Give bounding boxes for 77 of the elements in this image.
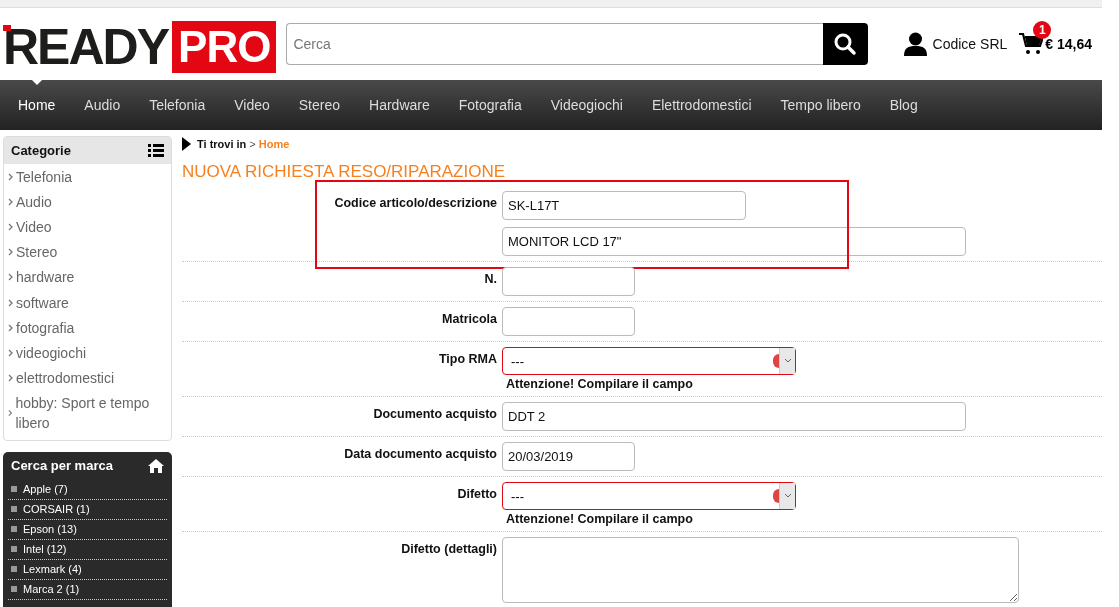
chevron-icon [8,409,13,418]
chevron-icon [8,222,13,231]
nav-item[interactable]: Videogiochi [538,80,635,130]
text-field[interactable] [502,267,635,296]
brand-link[interactable]: Intel (12) [8,539,167,560]
account-name[interactable]: Codice SRL [932,36,1008,52]
nav-item[interactable]: Fotografia [446,80,534,130]
chevron-icon [8,348,13,357]
field-label: Matricola [441,311,497,328]
cart-total[interactable]: € 14,64 [1045,36,1092,52]
cart-icon[interactable] [1019,33,1044,55]
caret-icon [779,348,795,374]
select-field[interactable]: --- [502,482,796,510]
category-link[interactable]: videogiochi [4,340,171,366]
list-icon [148,144,164,157]
field-label: Difetto [456,486,497,503]
brand-link[interactable]: Lexmark (4) [8,559,167,580]
page-title: NUOVA RICHIESTA RESO/RIPARAZIONE [182,162,507,182]
text-field[interactable] [502,307,635,336]
chevron-icon [8,298,13,307]
panel-title: Cerca per marca [11,458,113,474]
category-link[interactable]: Stereo [4,239,171,265]
nav-item[interactable]: Video [222,80,282,130]
chevron-icon [8,172,13,181]
nav-item[interactable]: Stereo [286,80,353,130]
nav-item[interactable]: Blog [877,80,930,130]
category-link[interactable]: software [4,289,171,316]
chevron-icon [8,273,13,282]
category-link[interactable]: Telefonia [4,164,171,190]
chevron-icon [8,374,13,383]
text-field[interactable]: DDT 2 [502,402,966,431]
category-link[interactable]: Video [4,214,171,240]
triangle-icon [182,137,191,151]
field-label: Difetto (dettagli) [400,541,497,558]
brand-link[interactable]: Marca 2 (1) [8,579,167,600]
select-field[interactable]: --- [502,347,796,375]
text-field[interactable]: SK-L17T [502,191,746,220]
category-link[interactable]: fotografia [4,315,171,341]
nav-item[interactable]: Elettrodomestici [639,80,764,130]
field-label: Data documento acquisto [343,446,497,463]
text-field[interactable]: 20/03/2019 [502,442,635,471]
error-icon [773,489,779,503]
brand-link[interactable]: Epson (13) [8,519,167,540]
nav-item[interactable]: Telefonia [137,80,218,130]
textarea-field[interactable] [502,537,1019,603]
search-button[interactable] [822,23,868,65]
user-icon[interactable] [903,32,927,56]
error-message: Attenzione! Compilare il campo [506,377,694,391]
nav-item[interactable]: Tempo libero [768,80,873,130]
brand-link[interactable]: Apple (7) [8,479,167,500]
panel-title: Categorie [11,143,71,158]
search-icon [833,32,858,56]
breadcrumb-label: Ti trovi in [197,138,247,150]
breadcrumb-separator: > [249,138,256,150]
home-icon [148,458,164,473]
category-link[interactable]: hardware [4,264,171,290]
field-label: Documento acquisto [372,406,497,423]
nav-item[interactable]: Hardware [357,80,442,130]
brand-link[interactable]: CORSAIR (1) [8,499,167,520]
logo[interactable]: READY PRO [3,21,277,73]
category-link[interactable]: hobby: Sport e tempo libero [4,390,171,436]
text-field[interactable]: MONITOR LCD 17" [502,227,966,256]
caret-icon [779,483,795,509]
chevron-icon [8,323,13,332]
nav-item[interactable]: Home [6,80,68,130]
field-label: Codice articolo/descrizione [333,195,497,212]
category-link[interactable]: Audio [4,189,171,215]
field-label: Tipo RMA [437,351,497,368]
category-link[interactable]: elettrodomestici [4,365,171,391]
search-field[interactable]: Cerca [286,23,823,65]
nav-item[interactable]: Audio [72,80,133,130]
error-message: Attenzione! Compilare il campo [506,512,694,526]
chevron-icon [8,248,13,257]
field-label: N. [483,271,497,288]
cart-count-badge: 1 [1033,21,1052,39]
chevron-icon [8,197,13,206]
error-icon [773,354,779,368]
